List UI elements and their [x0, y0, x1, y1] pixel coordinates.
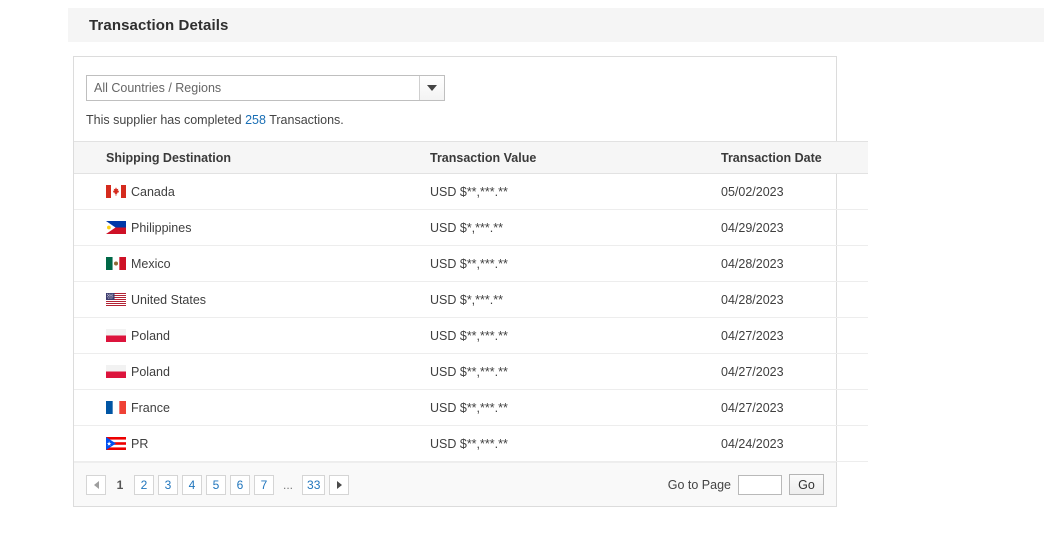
destination-wrap: Mexico [106, 257, 430, 271]
destination-label: Philippines [131, 220, 192, 235]
destination-label: Poland [131, 364, 170, 379]
destination-label: United States [131, 292, 207, 307]
transaction-details-card: All Countries / Regions This supplier ha… [73, 56, 868, 507]
cell-shipping-destination: Poland [74, 317, 430, 354]
destination-wrap: PR [106, 437, 430, 451]
cell-transaction-value: USD $*,***.** [430, 281, 721, 318]
pagination-page[interactable]: 5 [206, 474, 226, 495]
destination-wrap: Poland [106, 329, 430, 343]
column-header-transaction-date[interactable]: Transaction Date [721, 141, 868, 174]
cell-transaction-date: 04/28/2023 [721, 245, 868, 282]
destination-wrap: France [106, 401, 430, 415]
cell-transaction-value: USD $**,***.** [430, 389, 721, 426]
destination-wrap: Canada [106, 185, 430, 199]
cell-transaction-date: 04/29/2023 [721, 209, 868, 246]
cell-transaction-date: 04/24/2023 [721, 425, 868, 462]
go-to-page-label: Go to Page [667, 477, 731, 492]
cell-transaction-value: USD $**,***.** [430, 245, 721, 282]
table-row[interactable]: France USD $**,***.** 04/27/2023 [74, 389, 868, 426]
pagination-ellipsis: ... [283, 477, 294, 492]
column-header-shipping-destination[interactable]: Shipping Destination [74, 141, 430, 174]
cell-shipping-destination: France [74, 389, 430, 426]
destination-label: Mexico [131, 256, 171, 271]
cell-shipping-destination: Philippines [74, 209, 430, 246]
chevron-down-icon [427, 85, 437, 91]
table-row[interactable]: United States USD $*,***.** 04/28/2023 [74, 281, 868, 318]
pagination-page[interactable]: 33 [302, 474, 326, 495]
flag-pl-icon [106, 329, 126, 342]
table-row[interactable]: Canada USD $**,***.** 05/02/2023 [74, 173, 868, 210]
cell-transaction-value: USD $**,***.** [430, 317, 721, 354]
country-region-select[interactable]: All Countries / Regions [86, 75, 445, 101]
cell-shipping-destination: PR [74, 425, 430, 462]
table-header-row: Shipping Destination Transaction Value T… [74, 141, 868, 174]
cell-transaction-date: 04/27/2023 [721, 353, 868, 390]
table-body: Canada USD $**,***.** 05/02/2023 Philippine… [74, 173, 868, 462]
triangle-left-icon [93, 480, 99, 489]
flag-pr-icon [106, 437, 126, 450]
flag-ph-icon [106, 221, 126, 234]
table-head: Shipping Destination Transaction Value T… [74, 141, 868, 174]
go-to-page-input[interactable] [738, 474, 782, 495]
transaction-summary: This supplier has completed 258 Transact… [86, 113, 836, 127]
select-dropdown-button[interactable] [419, 76, 444, 100]
destination-wrap: Philippines [106, 221, 430, 235]
cell-shipping-destination: Poland [74, 353, 430, 390]
table-row[interactable]: Poland USD $**,***.** 04/27/2023 [74, 317, 868, 354]
pagination-page[interactable]: 6 [230, 474, 250, 495]
go-button[interactable]: Go [789, 474, 824, 495]
column-header-transaction-value[interactable]: Transaction Value [430, 141, 721, 174]
table-row[interactable]: PR USD $**,***.** 04/24/2023 [74, 425, 868, 462]
destination-label: Canada [131, 184, 175, 199]
destination-label: Poland [131, 328, 170, 343]
pagination-page[interactable]: 3 [158, 474, 178, 495]
summary-suffix: Transactions. [265, 113, 344, 127]
pagination-page[interactable]: 7 [254, 474, 274, 495]
cell-transaction-value: USD $**,***.** [430, 425, 721, 462]
cell-shipping-destination: United States [74, 281, 430, 318]
flag-ca-icon [106, 185, 126, 198]
table-row[interactable]: Poland USD $**,***.** 04/27/2023 [74, 353, 868, 390]
go-to-page-group: Go to Page Go [668, 474, 824, 495]
transaction-count-link[interactable]: 258 [245, 113, 266, 127]
flag-fr-icon [106, 401, 126, 414]
destination-wrap: Poland [106, 365, 430, 379]
destination-wrap: United States [106, 293, 430, 307]
pagination-pages: 1 2 3 4 5 6 7... 33 [110, 474, 326, 495]
table-row[interactable]: Philippines USD $*,***.** 04/29/2023 [74, 209, 868, 246]
flag-pl-icon [106, 365, 126, 378]
destination-label: France [131, 400, 170, 415]
table-row[interactable]: Mexico USD $**,***.** 04/28/2023 [74, 245, 868, 282]
cell-transaction-date: 05/02/2023 [721, 173, 868, 210]
section-header: Transaction Details [68, 8, 1044, 42]
cell-shipping-destination: Mexico [74, 245, 430, 282]
country-region-selected-value: All Countries / Regions [94, 81, 222, 95]
flag-mx-icon [106, 257, 126, 270]
pagination-page[interactable]: 2 [134, 474, 154, 495]
flag-us-icon [106, 293, 126, 306]
summary-prefix: This supplier has completed [86, 113, 246, 127]
destination-label: PR [131, 436, 149, 451]
cell-transaction-date: 04/28/2023 [721, 281, 868, 318]
page-title: Transaction Details [89, 16, 229, 34]
triangle-right-icon [336, 480, 342, 489]
table-footer: 1 2 3 4 5 6 7... 33 Go to Page Go [74, 462, 836, 506]
pagination-next-button[interactable] [329, 474, 350, 495]
cell-shipping-destination: Canada [74, 173, 430, 210]
pagination-page-current: 1 [116, 477, 124, 492]
cell-transaction-date: 04/27/2023 [721, 317, 868, 354]
cell-transaction-value: USD $*,***.** [430, 209, 721, 246]
transactions-table: Shipping Destination Transaction Value T… [74, 141, 868, 462]
cell-transaction-value: USD $**,***.** [430, 353, 721, 390]
transaction-details-page: Transaction Details All Countries / Regi… [0, 0, 1060, 552]
cell-transaction-date: 04/27/2023 [721, 389, 868, 426]
pagination: 1 2 3 4 5 6 7... 33 [86, 474, 350, 495]
pagination-page[interactable]: 4 [182, 474, 202, 495]
pagination-prev-button[interactable] [86, 474, 106, 495]
filter-area: All Countries / Regions This supplier ha… [74, 57, 836, 141]
cell-transaction-value: USD $**,***.** [430, 173, 721, 210]
